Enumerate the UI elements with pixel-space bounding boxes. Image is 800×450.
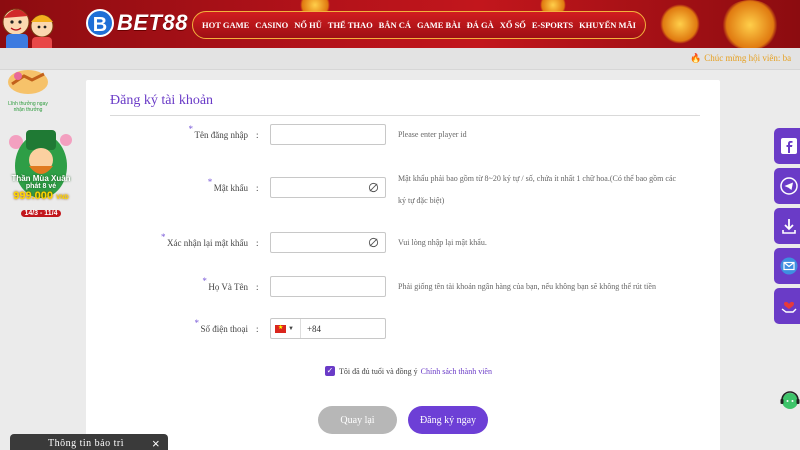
page-title: Đăng ký tài khoản <box>110 93 214 108</box>
required-star-icon: * <box>202 276 207 286</box>
required-star-icon: * <box>188 124 194 134</box>
username-label: * Tên đăng nhập <box>188 124 248 140</box>
nav-no-hu[interactable]: NỔ HŨ <box>294 20 322 30</box>
colon: : <box>256 183 259 193</box>
maintenance-title: Thông tin bảo trì <box>48 438 124 449</box>
main-nav: HOT GAME CASINO NỔ HŨ THỂ THAO BẮN CÁ GA… <box>192 11 646 39</box>
divider <box>299 319 301 338</box>
heart-hand-icon <box>781 301 797 313</box>
password-label: * Mật khẩu <box>207 177 248 193</box>
nav-khuyen-mai[interactable]: KHUYẾN MÃI <box>579 20 636 30</box>
maintenance-bar[interactable]: Thông tin bảo trì × <box>10 434 168 450</box>
promo-big-unit: VND <box>56 195 69 201</box>
phone-value: +84 <box>306 323 322 334</box>
colon: : <box>256 130 259 140</box>
fullname-input[interactable] <box>270 276 386 297</box>
top-header: B BET88 HOT GAME CASINO NỔ HŨ THỂ THAO B… <box>0 0 800 48</box>
password-input[interactable] <box>270 177 386 198</box>
download-button[interactable] <box>774 208 800 244</box>
promo-spring-banner[interactable]: Thần Mùa Xuân phát 8 vé 999.000 VND 14/3… <box>2 126 80 222</box>
nav-e-sports[interactable]: E-SPORTS <box>532 20 573 30</box>
promo-handshake-banner[interactable]: Lĩnh thưởng ngay nhận thưởng <box>4 66 52 113</box>
register-button[interactable]: Đăng ký ngay <box>408 406 488 434</box>
eye-slash-icon[interactable] <box>368 182 379 193</box>
required-star-icon: * <box>207 177 213 187</box>
fullname-hint: Phải giống tên tài khoản ngân hàng của b… <box>398 282 656 291</box>
promo-big-title: Thần Mùa Xuân <box>11 174 71 183</box>
username-hint: Please enter player id <box>398 130 467 139</box>
announcement-bar: 🔥 Chúc mừng hội viên: ba <box>0 48 800 70</box>
phone-label: * Số điện thoại <box>194 318 249 334</box>
required-star-icon: * <box>161 232 166 242</box>
agree-text: Tôi đã đủ tuổi và đồng ý <box>339 366 418 376</box>
vietnam-flag-icon[interactable] <box>275 324 286 333</box>
handshake-icon <box>8 70 48 94</box>
confirm-password-input[interactable] <box>270 232 386 253</box>
nav-da-ga[interactable]: ĐÁ GÀ <box>467 20 494 30</box>
nav-casino[interactable]: CASINO <box>255 20 288 30</box>
logo-badge: B <box>86 9 114 37</box>
chevron-down-icon[interactable]: ▼ <box>288 326 294 332</box>
confirm-password-hint: Vui lòng nhập lại mật khẩu. <box>398 238 487 247</box>
confirm-password-label: * Xác nhận lại mật khẩu <box>161 232 248 248</box>
nav-hot-game[interactable]: HOT GAME <box>202 20 249 30</box>
promo-small-text: Lĩnh thưởng ngay nhận thưởng <box>8 101 48 113</box>
required-star-icon: * <box>194 318 200 328</box>
nav-game-bai[interactable]: GAME BÀI <box>417 20 461 30</box>
back-button[interactable]: Quay lại <box>318 406 397 434</box>
download-icon <box>782 219 796 234</box>
colon: : <box>256 282 259 292</box>
support-agent-icon[interactable] <box>778 388 800 412</box>
flame-icon: 🔥 <box>690 53 702 63</box>
nav-ban-ca[interactable]: BẮN CÁ <box>379 20 411 30</box>
mail-icon <box>780 257 798 275</box>
agree-checkbox[interactable]: ✓ <box>325 366 335 376</box>
fullname-label: * Họ Và Tên <box>202 276 248 292</box>
winner-message: 🔥 Chúc mừng hội viên: ba <box>690 53 792 63</box>
facebook-button[interactable] <box>774 128 800 164</box>
password-hint: Mật khẩu phải bao gồm từ 8~20 ký tự / số… <box>398 174 677 205</box>
title-divider <box>110 115 700 116</box>
username-input[interactable] <box>270 124 386 145</box>
promo-big-dates: 14/3 - 11/4 <box>21 210 61 217</box>
colon: : <box>256 324 259 334</box>
close-icon[interactable]: × <box>152 436 160 450</box>
promo-big-amount: 999.000 <box>13 190 54 202</box>
telegram-icon <box>780 177 798 195</box>
promo-big-sub: phát 8 vé <box>25 183 57 190</box>
mail-button[interactable] <box>774 248 800 284</box>
register-panel: Đăng ký tài khoản * Tên đăng nhập : Pleas… <box>86 80 720 450</box>
phone-input[interactable]: ▼ +84 <box>270 318 386 339</box>
agree-row: ✓ Tôi đã đủ tuổi và đồng ý Chính sách th… <box>325 366 492 376</box>
nav-the-thao[interactable]: THỂ THAO <box>328 20 373 30</box>
member-policy-link[interactable]: Chính sách thành viên <box>421 367 492 376</box>
logo-text: BET88 <box>117 10 188 35</box>
bet88-logo[interactable]: B BET88 <box>86 9 188 37</box>
colon: : <box>256 238 259 248</box>
facebook-icon <box>781 138 797 154</box>
nav-xo-so[interactable]: XỔ SỐ <box>500 20 526 30</box>
eye-slash-icon[interactable] <box>368 237 379 248</box>
telegram-button[interactable] <box>774 168 800 204</box>
heart-button[interactable] <box>774 288 800 324</box>
